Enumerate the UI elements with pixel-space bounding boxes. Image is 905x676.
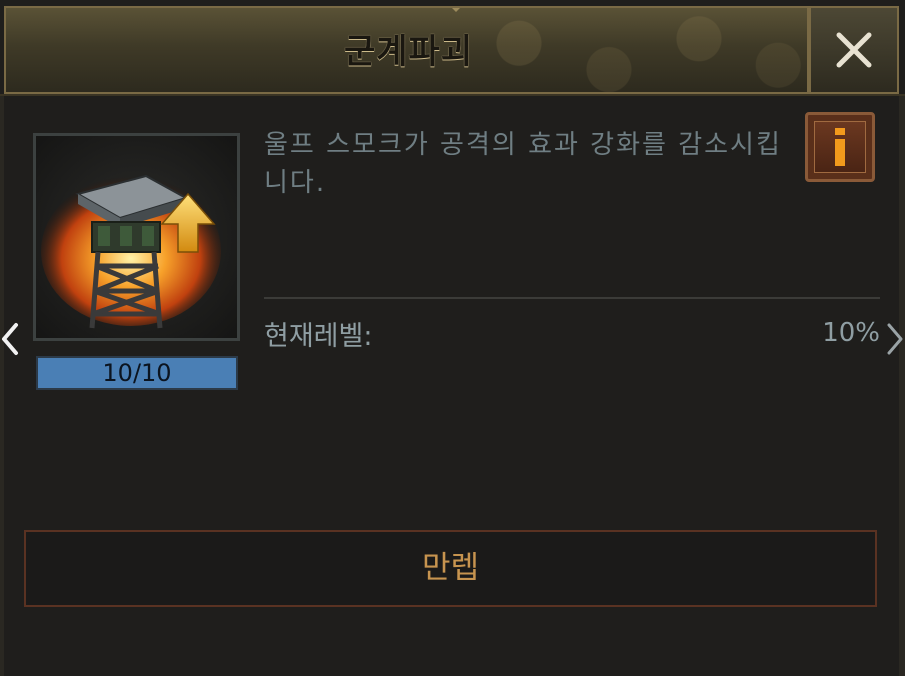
max-level-button[interactable]: 만렙 [24,530,877,607]
skill-dialog: 군계파괴 10/10 울프 스모크가 공격의 효과 강화를 감소시킵니다. 현재… [0,0,905,676]
next-skill-button[interactable] [884,322,905,356]
skill-level-badge: 10/10 [36,356,238,390]
chevron-left-icon [2,323,18,355]
frame-left-edge [0,96,4,676]
section-divider [264,297,880,299]
info-icon [814,121,866,173]
chevron-right-icon [887,323,903,355]
close-button[interactable] [809,6,899,94]
current-level-label: 현재레벨: [264,321,373,352]
info-button[interactable] [805,112,875,182]
close-x-icon [836,32,872,68]
dialog-title: 군계파괴 [343,32,474,72]
header-divider [0,94,905,96]
title-bar: 군계파괴 [4,6,809,94]
watchtower-upgrade-icon [41,174,221,329]
frame-right-edge [899,96,905,676]
current-level-value: 10% [822,318,880,348]
skill-description: 울프 스모크가 공격의 효과 강화를 감소시킵니다. [264,130,782,198]
skill-icon-frame [33,133,240,341]
info-glyph [835,128,845,166]
prev-skill-button[interactable] [0,322,22,356]
